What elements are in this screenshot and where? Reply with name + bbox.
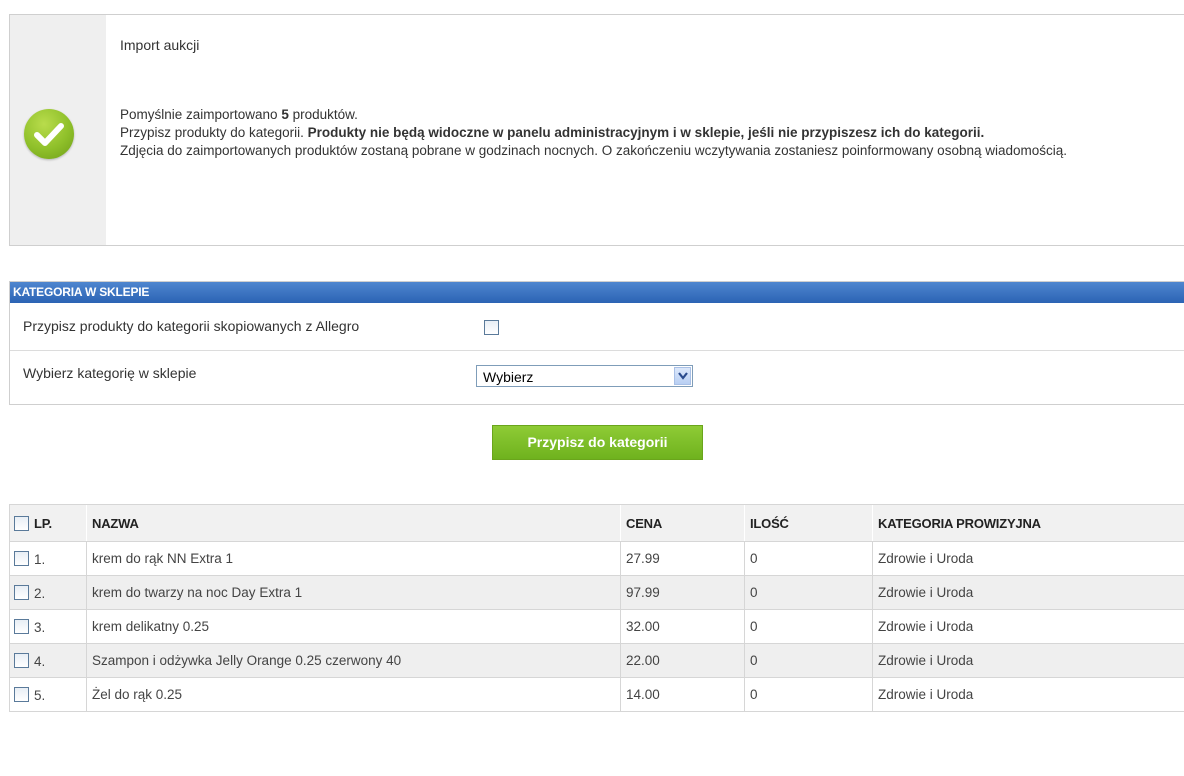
table-row: 2. krem do twarzy na noc Day Extra 1 97.…	[9, 575, 1184, 610]
category-panel-header: KATEGORIA W SKLEPIE	[10, 282, 1184, 303]
success-check-icon	[24, 109, 74, 159]
row-qty: 0	[744, 643, 873, 678]
header-name[interactable]: NAZWA	[86, 504, 621, 542]
header-price[interactable]: CENA	[620, 504, 745, 542]
table-row: 5. Żel do rąk 0.25 14.00 0 Zdrowie i Uro…	[9, 677, 1184, 712]
notice-body: Pomyślnie zaimportowano 5 produktów. Prz…	[120, 106, 1160, 160]
copy-categories-label: Przypisz produkty do kategorii skopiowan…	[23, 318, 360, 334]
table-header-row: LP. NAZWA CENA ILOŚĆ KATEGORIA PROWIZYJN…	[9, 504, 1184, 542]
chevron-down-icon[interactable]	[674, 367, 691, 385]
select-all-checkbox[interactable]	[14, 516, 29, 532]
table-row: 1. krem do rąk NN Extra 1 27.99 0 Zdrowi…	[9, 541, 1184, 576]
row-qty: 0	[744, 575, 873, 610]
row-price: 32.00	[620, 609, 745, 644]
assign-to-category-button[interactable]: Przypisz do kategorii	[492, 425, 703, 460]
row-lp: 3.	[9, 609, 87, 644]
row-name: Szampon i odżywka Jelly Orange 0.25 czer…	[86, 643, 621, 678]
row-category: Zdrowie i Uroda	[872, 609, 1184, 644]
copy-categories-row: Przypisz produkty do kategorii skopiowan…	[10, 304, 1184, 351]
row-lp: 1.	[9, 541, 87, 576]
row-price: 97.99	[620, 575, 745, 610]
row-checkbox[interactable]	[14, 551, 29, 567]
notice-line-success: Pomyślnie zaimportowano 5 produktów.	[120, 107, 358, 122]
row-name: krem do twarzy na noc Day Extra 1	[86, 575, 621, 610]
row-category: Zdrowie i Uroda	[872, 643, 1184, 678]
row-qty: 0	[744, 677, 873, 712]
import-notice: Import aukcji Pomyślnie zaimportowano 5 …	[9, 14, 1184, 246]
row-category: Zdrowie i Uroda	[872, 677, 1184, 712]
imported-count: 5	[281, 107, 289, 122]
row-price: 22.00	[620, 643, 745, 678]
row-checkbox[interactable]	[14, 653, 29, 669]
row-qty: 0	[744, 609, 873, 644]
notice-warning: Produkty nie będą widoczne w panelu admi…	[307, 125, 985, 140]
row-category: Zdrowie i Uroda	[872, 575, 1184, 610]
row-category: Zdrowie i Uroda	[872, 541, 1184, 576]
header-category[interactable]: KATEGORIA PROWIZYJNA	[872, 504, 1184, 542]
row-qty: 0	[744, 541, 873, 576]
row-name: Żel do rąk 0.25	[86, 677, 621, 712]
notice-line-assign: Przypisz produkty do kategorii. Produkty…	[120, 125, 985, 140]
category-select[interactable]: Wybierz	[476, 365, 693, 387]
select-category-label: Wybierz kategorię w sklepie	[23, 365, 197, 381]
select-category-row: Wybierz kategorię w sklepie Wybierz	[10, 351, 1184, 404]
notice-line-photos: Zdjęcia do zaimportowanych produktów zos…	[120, 143, 1068, 158]
notice-title: Import aukcji	[120, 37, 200, 53]
notice-sidebar	[10, 15, 106, 245]
row-price: 27.99	[620, 541, 745, 576]
row-lp: 2.	[9, 575, 87, 610]
products-table: LP. NAZWA CENA ILOŚĆ KATEGORIA PROWIZYJN…	[9, 504, 1184, 712]
row-name: krem delikatny 0.25	[86, 609, 621, 644]
table-row: 3. krem delikatny 0.25 32.00 0 Zdrowie i…	[9, 609, 1184, 644]
header-lp: LP.	[9, 504, 87, 542]
row-lp: 4.	[9, 643, 87, 678]
table-row: 4. Szampon i odżywka Jelly Orange 0.25 c…	[9, 643, 1184, 678]
category-select-value: Wybierz	[483, 369, 534, 385]
header-qty[interactable]: ILOŚĆ	[744, 504, 873, 542]
copy-categories-checkbox[interactable]	[484, 320, 499, 335]
row-name: krem do rąk NN Extra 1	[86, 541, 621, 576]
row-lp: 5.	[9, 677, 87, 712]
row-checkbox[interactable]	[14, 619, 29, 635]
row-price: 14.00	[620, 677, 745, 712]
row-checkbox[interactable]	[14, 585, 29, 601]
category-panel: KATEGORIA W SKLEPIE Przypisz produkty do…	[9, 281, 1184, 405]
row-checkbox[interactable]	[14, 687, 29, 703]
